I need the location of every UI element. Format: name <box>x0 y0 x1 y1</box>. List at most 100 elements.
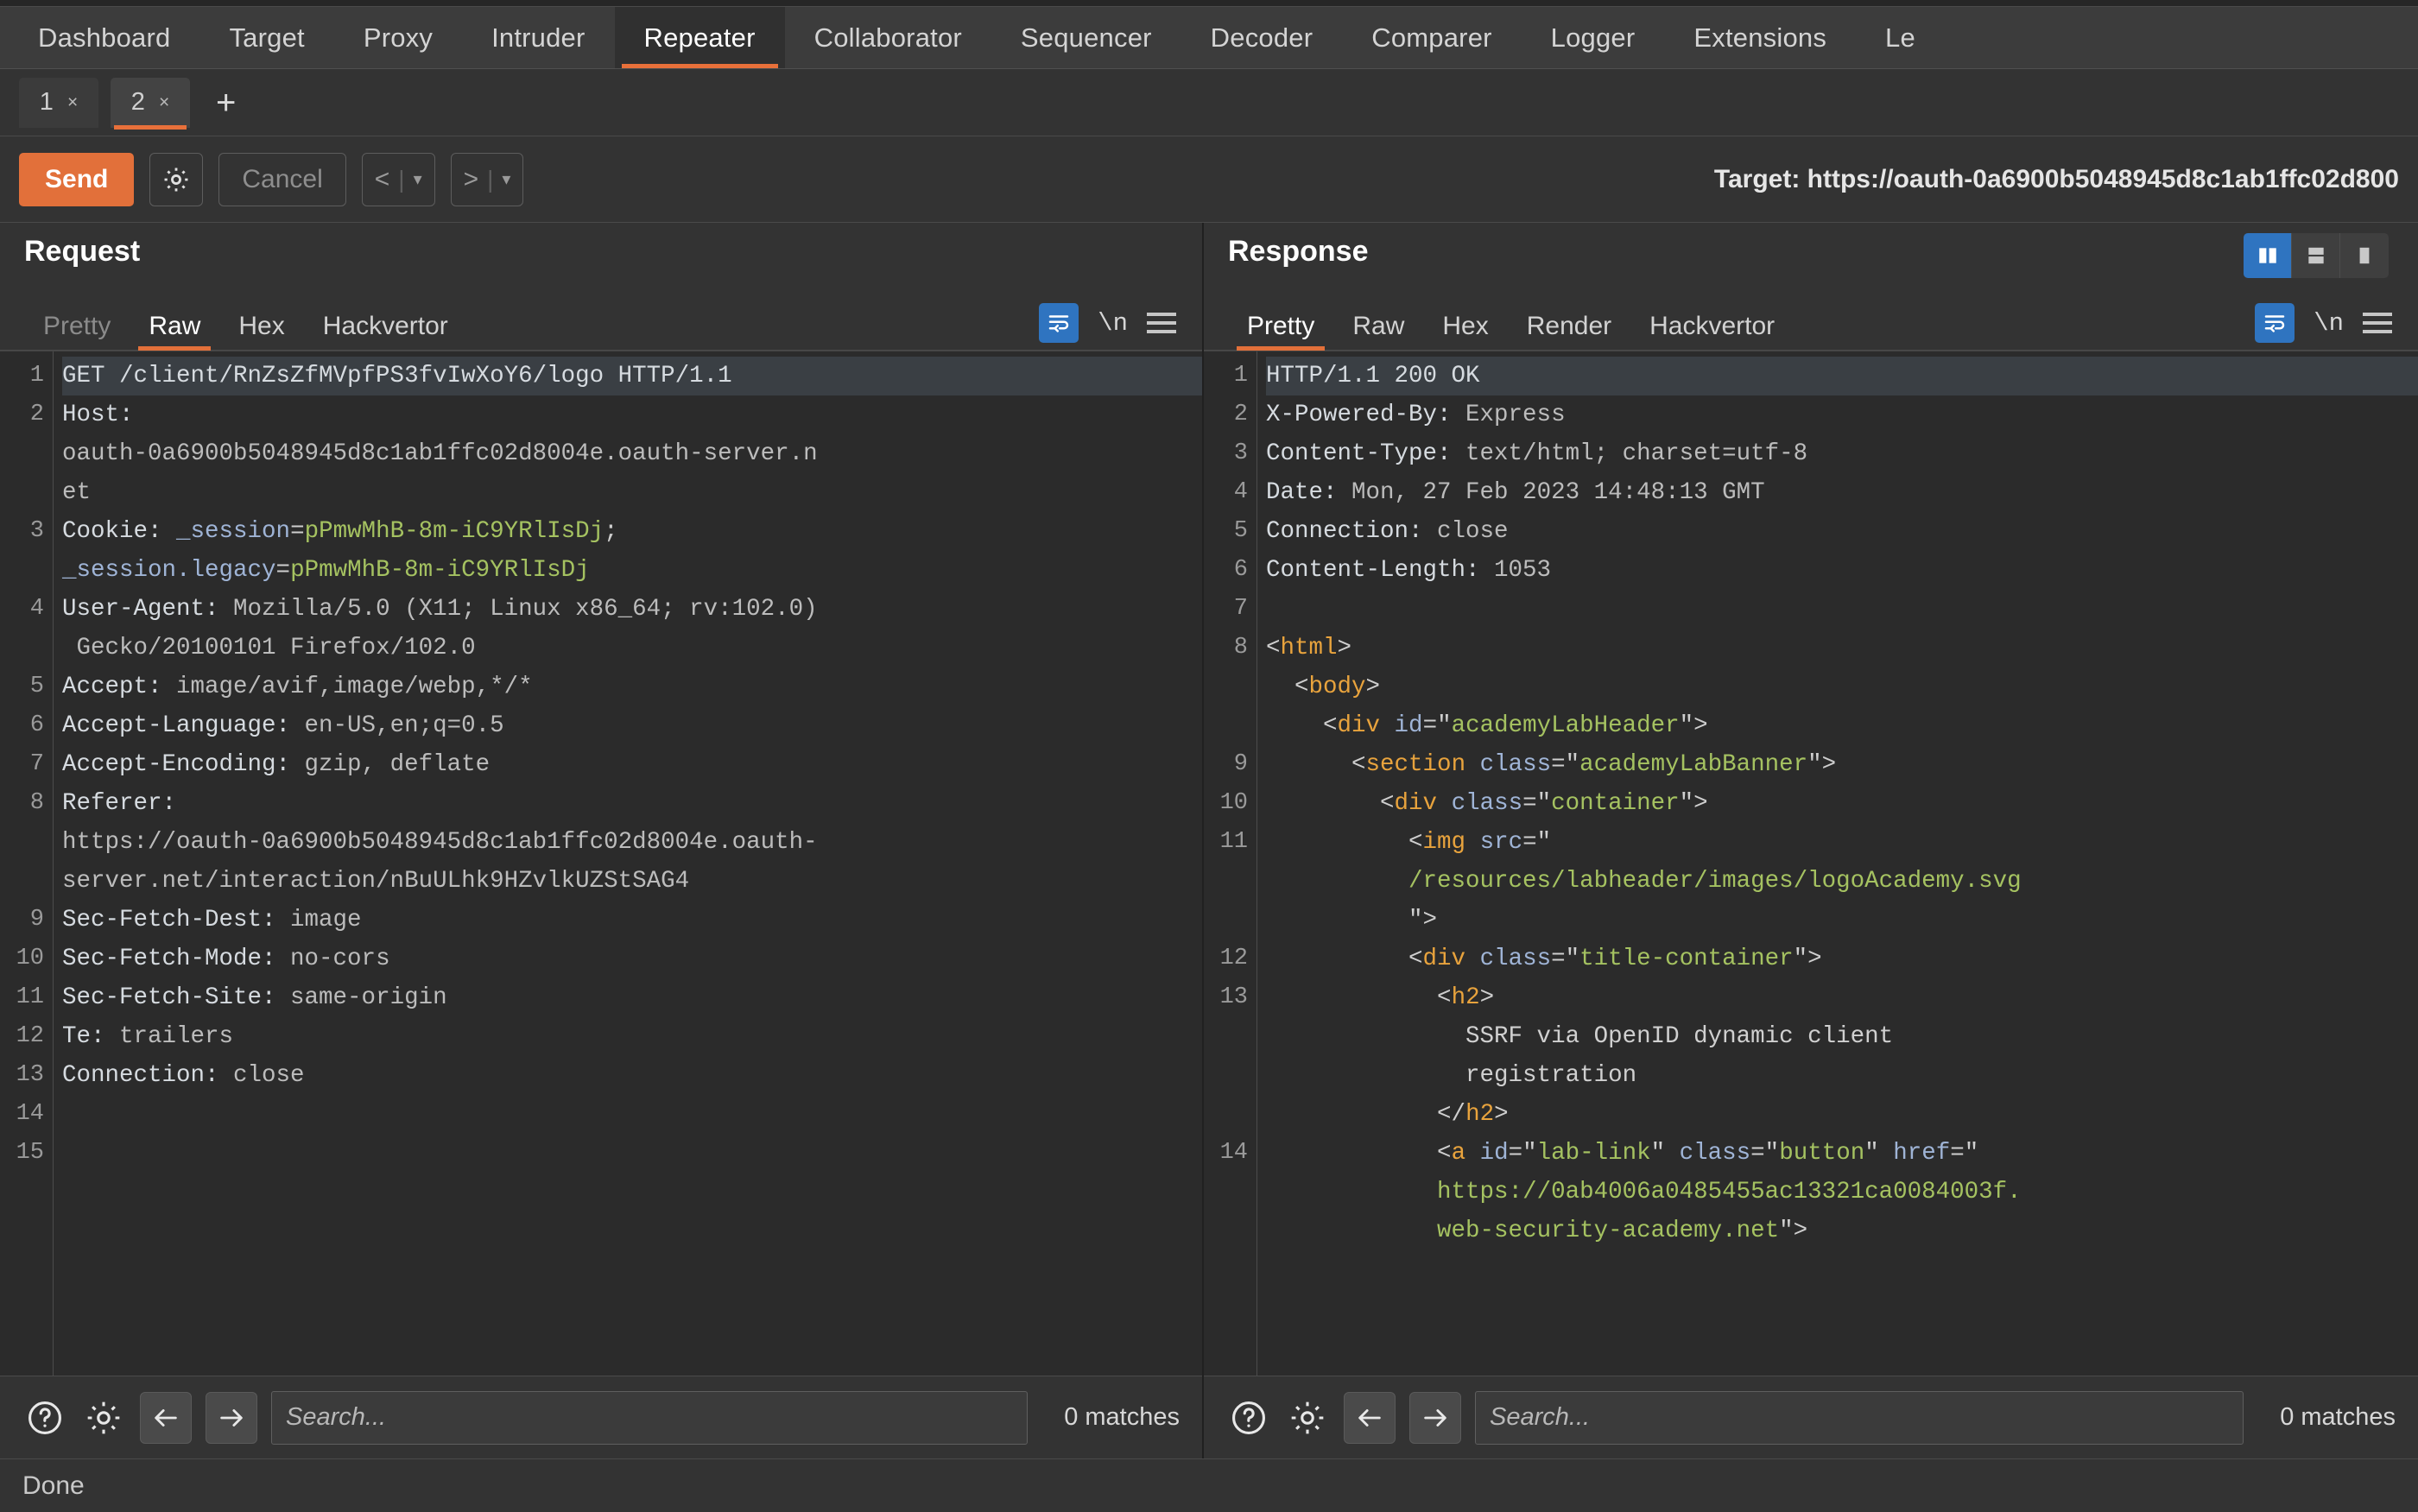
close-icon[interactable]: × <box>159 92 169 113</box>
code-line[interactable]: HTTP/1.1 200 OK <box>1266 357 2418 395</box>
main-tab-collaborator[interactable]: Collaborator <box>785 7 991 68</box>
main-tab-dashboard[interactable]: Dashboard <box>9 7 199 68</box>
request-editor[interactable]: 12..3.4.5678..9101112131415 GET /client/… <box>0 351 1202 1376</box>
word-wrap-icon[interactable] <box>2255 303 2295 343</box>
main-tab-repeater[interactable]: Repeater <box>614 7 785 68</box>
main-tab-comparer[interactable]: Comparer <box>1342 7 1521 68</box>
repeater-tab-1[interactable]: 1 × <box>19 77 98 128</box>
search-previous-button[interactable] <box>1344 1391 1396 1444</box>
code-line[interactable]: <body> <box>1266 667 2418 706</box>
code-line[interactable]: _session.legacy=pPmwMhB-8m-iC9YRlIsDj <box>62 551 1202 590</box>
previous-request-button[interactable]: < | ▾ <box>361 152 435 206</box>
request-tab-hex[interactable]: Hex <box>219 312 303 350</box>
main-tab-extensions[interactable]: Extensions <box>1664 7 1856 68</box>
code-line[interactable]: Content-Type: text/html; charset=utf-8 <box>1266 434 2418 473</box>
code-line[interactable]: Accept: image/avif,image/webp,*/* <box>62 667 1202 706</box>
code-line[interactable]: Host: <box>62 395 1202 434</box>
main-tab-le[interactable]: Le <box>1856 7 1945 68</box>
main-tab-logger[interactable]: Logger <box>1522 7 1665 68</box>
repeater-tab-2[interactable]: 2 × <box>111 77 190 130</box>
response-tab-render[interactable]: Render <box>1508 312 1630 350</box>
chevron-down-icon[interactable]: ▾ <box>502 168 510 190</box>
code-line[interactable]: Cookie: _session=pPmwMhB-8m-iC9YRlIsDj; <box>62 512 1202 551</box>
response-tab-raw[interactable]: Raw <box>1333 312 1423 350</box>
help-icon[interactable] <box>1226 1395 1271 1440</box>
code-line[interactable]: Te: trailers <box>62 1017 1202 1056</box>
code-line[interactable]: User-Agent: Mozilla/5.0 (X11; Linux x86_… <box>62 590 1202 629</box>
search-next-button[interactable] <box>1409 1391 1461 1444</box>
response-tab-hex[interactable]: Hex <box>1423 312 1507 350</box>
code-line[interactable]: Connection: close <box>62 1056 1202 1095</box>
request-tab-raw[interactable]: Raw <box>130 312 219 351</box>
newline-toggle[interactable]: \n <box>1098 309 1128 338</box>
code-line[interactable]: server.net/interaction/nBuULhk9HZvlkUZSt… <box>62 862 1202 901</box>
hamburger-menu-icon[interactable] <box>2363 313 2392 333</box>
response-tab-hackvertor[interactable]: Hackvertor <box>1630 312 1794 350</box>
code-line[interactable]: /resources/labheader/images/logoAcademy.… <box>1266 862 2418 901</box>
code-line[interactable]: Sec-Fetch-Mode: no-cors <box>62 939 1202 978</box>
help-icon[interactable] <box>22 1395 67 1440</box>
code-line[interactable] <box>1266 590 2418 629</box>
main-tab-proxy[interactable]: Proxy <box>334 7 462 68</box>
code-line[interactable]: Date: Mon, 27 Feb 2023 14:48:13 GMT <box>1266 473 2418 512</box>
code-line[interactable]: "> <box>1266 901 2418 939</box>
code-line[interactable]: Accept-Encoding: gzip, deflate <box>62 745 1202 784</box>
code-line[interactable]: <section class="academyLabBanner"> <box>1266 745 2418 784</box>
search-previous-button[interactable] <box>140 1391 192 1444</box>
main-tab-sequencer[interactable]: Sequencer <box>991 7 1181 68</box>
newline-toggle[interactable]: \n <box>2314 309 2344 338</box>
code-line[interactable]: SSRF via OpenID dynamic client <box>1266 1017 2418 1056</box>
code-line[interactable]: Sec-Fetch-Site: same-origin <box>62 978 1202 1017</box>
code-line[interactable]: oauth-0a6900b5048945d8c1ab1ffc02d8004e.o… <box>62 434 1202 473</box>
code-line[interactable]: Referer: <box>62 784 1202 823</box>
gear-icon[interactable] <box>149 152 204 206</box>
response-search-input[interactable]: Search... <box>1475 1390 2244 1445</box>
code-line[interactable]: <div class="container"> <box>1266 784 2418 823</box>
response-tab-pretty[interactable]: Pretty <box>1228 312 1333 351</box>
main-tab-target[interactable]: Target <box>199 7 333 68</box>
word-wrap-icon[interactable] <box>1039 303 1079 343</box>
code-line[interactable]: X-Powered-By: Express <box>1266 395 2418 434</box>
send-button[interactable]: Send <box>19 152 135 206</box>
code-line[interactable]: GET /client/RnZsZfMVpfPS3fvIwXoY6/logo H… <box>62 357 1202 395</box>
code-line[interactable]: </h2> <box>1266 1095 2418 1134</box>
response-body-text[interactable]: HTTP/1.1 200 OK X-Powered-By: Express Cont… <box>1257 351 2418 1376</box>
response-editor[interactable]: 12345678..91011..1213...14.. HTTP/1.1 20… <box>1204 351 2418 1376</box>
code-line[interactable]: web-security-academy.net"> <box>1266 1211 2418 1250</box>
code-line[interactable]: <img src=" <box>1266 823 2418 862</box>
code-line[interactable]: <h2> <box>1266 978 2418 1017</box>
request-search-input[interactable]: Search... <box>271 1390 1029 1445</box>
request-tab-pretty[interactable]: Pretty <box>24 312 130 350</box>
chevron-down-icon[interactable]: ▾ <box>414 168 422 190</box>
code-line[interactable]: Gecko/20100101 Firefox/102.0 <box>62 629 1202 667</box>
close-icon[interactable]: × <box>67 92 78 113</box>
gear-icon[interactable] <box>1285 1395 1330 1440</box>
stacked-layout-button[interactable] <box>2292 233 2340 278</box>
code-line[interactable]: registration <box>1266 1056 2418 1095</box>
code-line[interactable]: <div class="title-container"> <box>1266 939 2418 978</box>
code-line[interactable] <box>62 1095 1202 1134</box>
main-tab-decoder[interactable]: Decoder <box>1181 7 1343 68</box>
code-line[interactable]: Content-Length: 1053 <box>1266 551 2418 590</box>
code-line[interactable]: Accept-Language: en-US,en;q=0.5 <box>62 706 1202 745</box>
next-request-button[interactable]: > | ▾ <box>450 152 524 206</box>
code-line[interactable]: et <box>62 473 1202 512</box>
add-repeater-tab-button[interactable]: + <box>206 85 246 120</box>
code-line[interactable]: <div id="academyLabHeader"> <box>1266 706 2418 745</box>
code-line[interactable] <box>62 1134 1202 1173</box>
code-line[interactable]: <html> <box>1266 629 2418 667</box>
code-line[interactable]: https://0ab4006a0485455ac13321ca0084003f… <box>1266 1173 2418 1211</box>
code-line[interactable]: <a id="lab-link" class="button" href=" <box>1266 1134 2418 1173</box>
code-line[interactable]: Sec-Fetch-Dest: image <box>62 901 1202 939</box>
main-tab-intruder[interactable]: Intruder <box>462 7 614 68</box>
code-line[interactable]: Connection: close <box>1266 512 2418 551</box>
side-by-side-layout-button[interactable] <box>2244 233 2292 278</box>
search-next-button[interactable] <box>206 1391 257 1444</box>
single-layout-button[interactable] <box>2340 233 2389 278</box>
request-body-text[interactable]: GET /client/RnZsZfMVpfPS3fvIwXoY6/logo H… <box>54 351 1202 1376</box>
cancel-button[interactable]: Cancel <box>218 152 346 206</box>
hamburger-menu-icon[interactable] <box>1147 313 1176 333</box>
code-line[interactable]: https://oauth-0a6900b5048945d8c1ab1ffc02… <box>62 823 1202 862</box>
request-tab-hackvertor[interactable]: Hackvertor <box>304 312 467 350</box>
gear-icon[interactable] <box>81 1395 126 1440</box>
